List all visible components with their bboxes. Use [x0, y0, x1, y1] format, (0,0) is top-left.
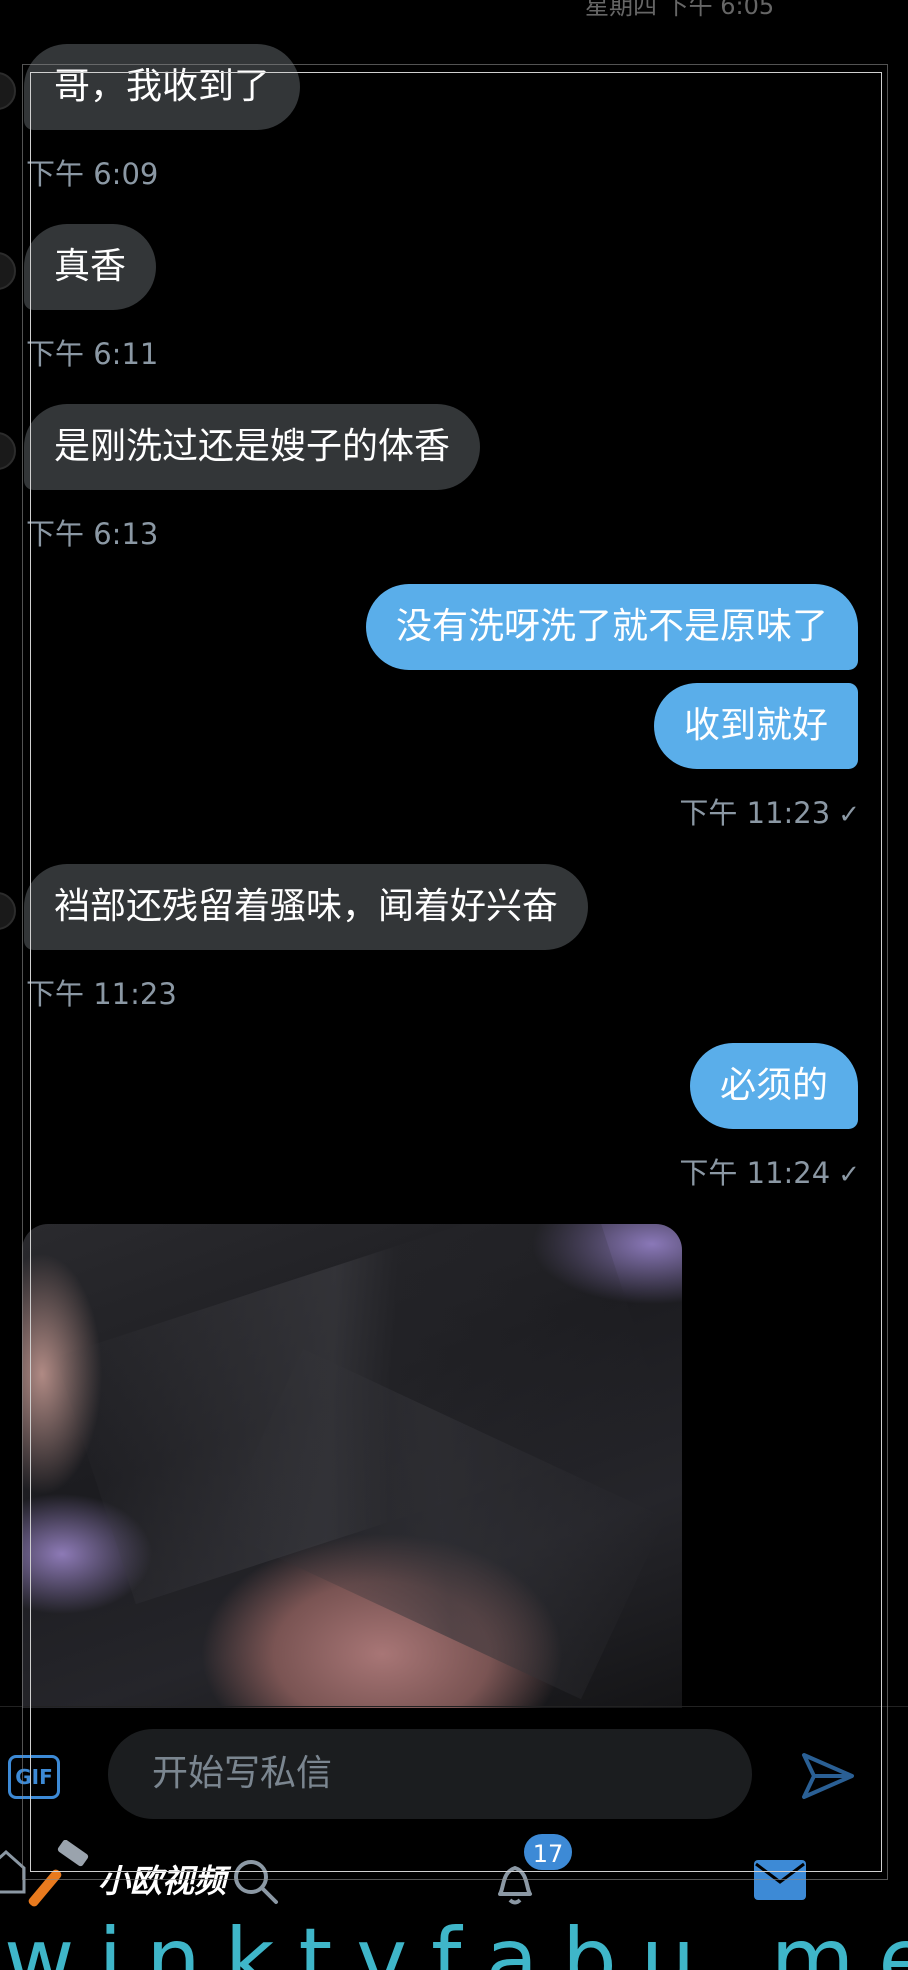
message-timestamp: 下午 11:23	[26, 977, 177, 1011]
image-message[interactable]	[22, 1224, 682, 1708]
message-text: 必须的	[719, 1065, 828, 1106]
previous-timestamp: 星期四 下午 6:05	[0, 0, 908, 20]
message-text: 是刚洗过还是嫂子的体香	[54, 426, 451, 467]
message-text: 收到就好	[683, 705, 828, 746]
message-text: 没有洗呀洗了就不是原味了	[395, 606, 828, 647]
message-input[interactable]: 开始写私信	[108, 1729, 752, 1819]
message-bubble-outgoing[interactable]: 收到就好	[653, 683, 858, 769]
read-check-icon: ✓	[838, 1160, 860, 1190]
notification-badge: 17	[522, 1832, 574, 1872]
message-timestamp: 下午 6:13	[26, 517, 159, 551]
message-composer: GIF 开始写私信	[0, 1706, 908, 1821]
message-timestamp: 下午 6:09	[26, 157, 159, 191]
avatar[interactable]	[0, 252, 16, 290]
message-bubble-outgoing[interactable]: 没有洗呀洗了就不是原味了	[365, 584, 858, 670]
message-bubble-outgoing[interactable]: 必须的	[689, 1043, 858, 1129]
avatar[interactable]	[0, 892, 16, 930]
gif-button[interactable]: GIF	[8, 1755, 60, 1799]
message-text: 真香	[54, 246, 127, 287]
avatar[interactable]	[0, 432, 16, 470]
message-timestamp: 下午 11:24 ✓	[679, 1150, 860, 1192]
message-timestamp: 下午 11:23 ✓	[679, 790, 860, 832]
message-input-placeholder: 开始写私信	[152, 1753, 333, 1794]
message-timestamp: 下午 6:11	[26, 337, 159, 371]
search-icon[interactable]	[230, 1856, 280, 1906]
gif-label: GIF	[15, 1765, 53, 1789]
message-bubble-incoming[interactable]: 哥，我收到了	[24, 44, 301, 130]
message-text: 哥，我收到了	[54, 66, 271, 107]
site-watermark: winktvfabu.me	[4, 1910, 908, 1970]
avatar[interactable]	[0, 72, 16, 110]
message-text: 裆部还残留着骚味，闻着好兴奋	[54, 886, 559, 927]
message-bubble-incoming[interactable]: 真香	[24, 224, 157, 310]
message-timestamp-text: 下午 11:23	[679, 796, 831, 830]
read-check-icon: ✓	[838, 800, 860, 830]
message-bubble-incoming[interactable]: 裆部还残留着骚味，闻着好兴奋	[24, 864, 589, 950]
brand-watermark: 小欧视频	[98, 1862, 227, 1900]
message-timestamp-text: 下午 11:24	[679, 1156, 831, 1190]
send-icon[interactable]	[800, 1751, 856, 1801]
mail-icon[interactable]	[752, 1858, 808, 1902]
home-icon[interactable]	[0, 1846, 26, 1896]
message-bubble-incoming[interactable]: 是刚洗过还是嫂子的体香	[24, 404, 481, 490]
previous-timestamp-text: 星期四 下午 6:05	[585, 0, 775, 20]
